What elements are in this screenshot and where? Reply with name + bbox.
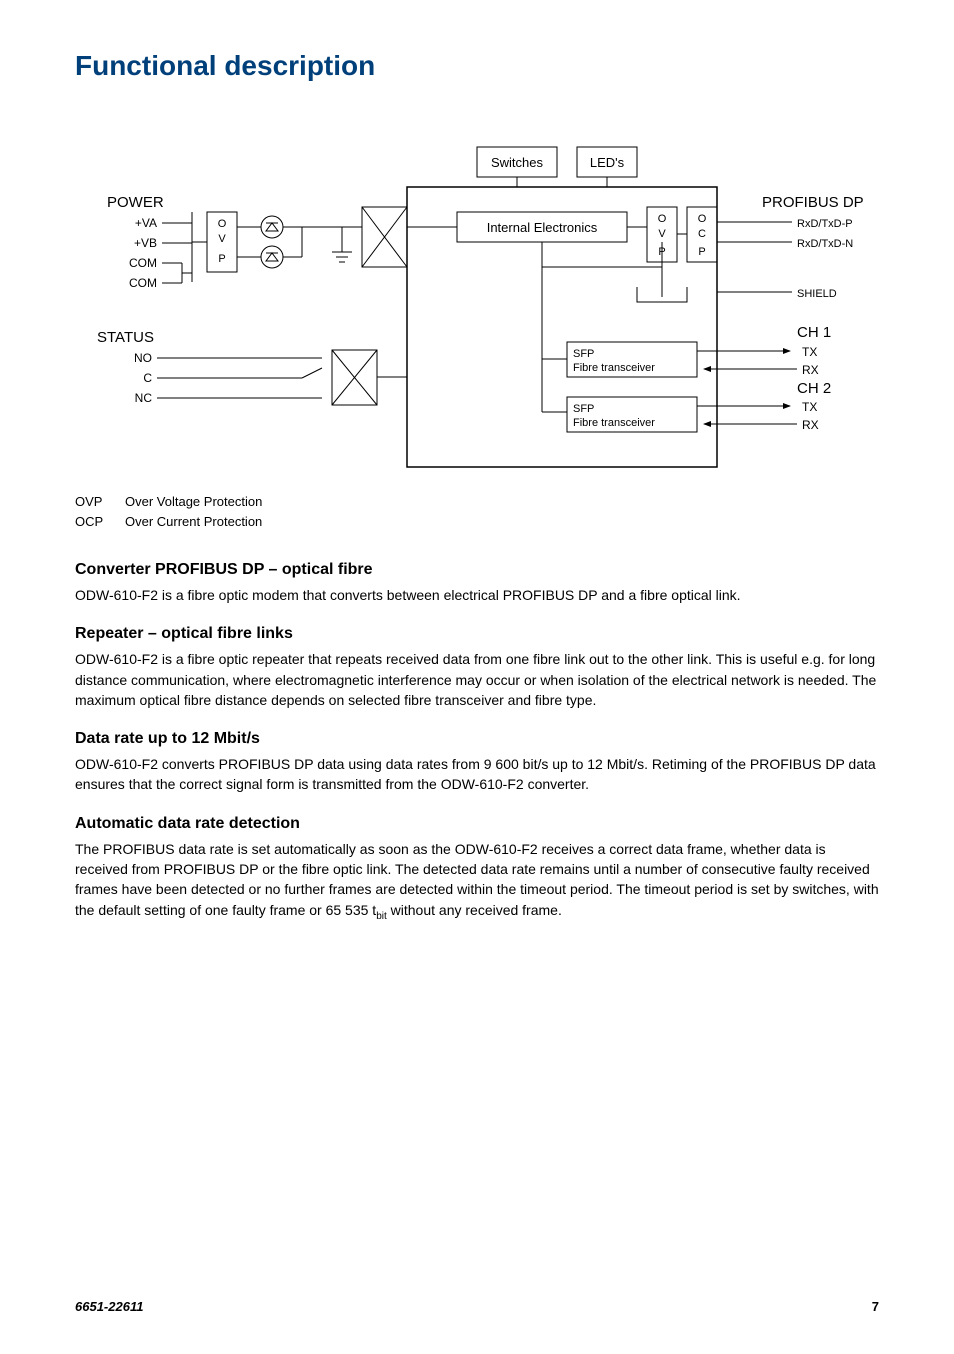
functional-block-diagram: Switches LED's POWER +VA +VB COM COM O V…	[75, 107, 879, 477]
footer-doc-number: 6651-22611	[75, 1299, 143, 1314]
power-com2: COM	[129, 276, 157, 290]
fibre1-label: Fibre transceiver	[573, 362, 655, 374]
ovp2-v: V	[658, 228, 666, 240]
diagram-legend: OVP Over Voltage Protection OCP Over Cur…	[75, 492, 879, 531]
section1-title: Converter PROFIBUS DP – optical fibre	[75, 561, 879, 579]
ovp-abbr: OVP	[75, 492, 125, 512]
ovp-o: O	[218, 218, 227, 230]
diode-icon	[237, 216, 322, 238]
status-c: C	[143, 371, 152, 385]
profibus-rxp: RxD/TxD-P	[797, 218, 853, 230]
section3-title: Data rate up to 12 Mbit/s	[75, 730, 879, 748]
ch2-label: CH 2	[797, 380, 831, 397]
ch2-rx: RX	[802, 418, 819, 432]
status-label: STATUS	[97, 329, 154, 346]
power-va: +VA	[135, 216, 157, 230]
ovp2-o: O	[658, 213, 667, 225]
power-vb: +VB	[134, 236, 157, 250]
leds-label: LED's	[590, 155, 625, 170]
power-label: POWER	[107, 194, 164, 211]
status-no: NO	[134, 351, 152, 365]
profibus-rxn: RxD/TxD-N	[797, 238, 853, 250]
status-nc: NC	[135, 391, 153, 405]
section1-text: ODW-610-F2 is a fibre optic modem that c…	[75, 585, 879, 605]
ovp-p: P	[218, 253, 225, 265]
profibus-label: PROFIBUS DP	[762, 194, 864, 211]
ovp-v: V	[218, 233, 226, 245]
profibus-shield: SHIELD	[797, 288, 837, 300]
ch2-tx: TX	[802, 400, 817, 414]
ocp-o: O	[698, 213, 707, 225]
ocp-desc: Over Current Protection	[125, 512, 262, 532]
ch1-tx: TX	[802, 345, 817, 359]
ocp-abbr: OCP	[75, 512, 125, 532]
ch1-label: CH 1	[797, 324, 831, 341]
section2-text: ODW-610-F2 is a fibre optic repeater tha…	[75, 649, 879, 710]
ovp-desc: Over Voltage Protection	[125, 492, 262, 512]
section3-text: ODW-610-F2 converts PROFIBUS DP data usi…	[75, 754, 879, 795]
internal-electronics-label: Internal Electronics	[487, 220, 598, 235]
page-title: Functional description	[75, 50, 879, 82]
ocp-c: C	[698, 228, 706, 240]
fibre2-label: Fibre transceiver	[573, 417, 655, 429]
ovp2-p: P	[658, 246, 665, 258]
switches-label: Switches	[491, 155, 544, 170]
power-com1: COM	[129, 256, 157, 270]
section4-text: The PROFIBUS data rate is set automatica…	[75, 839, 879, 924]
sfp2-label: SFP	[573, 403, 594, 415]
ch1-rx: RX	[802, 363, 819, 377]
footer-page-number: 7	[872, 1299, 879, 1314]
section2-title: Repeater – optical fibre links	[75, 625, 879, 643]
ocp-p: P	[698, 246, 705, 258]
sfp1-label: SFP	[573, 348, 594, 360]
diode-icon	[237, 227, 302, 268]
section4-title: Automatic data rate detection	[75, 815, 879, 833]
